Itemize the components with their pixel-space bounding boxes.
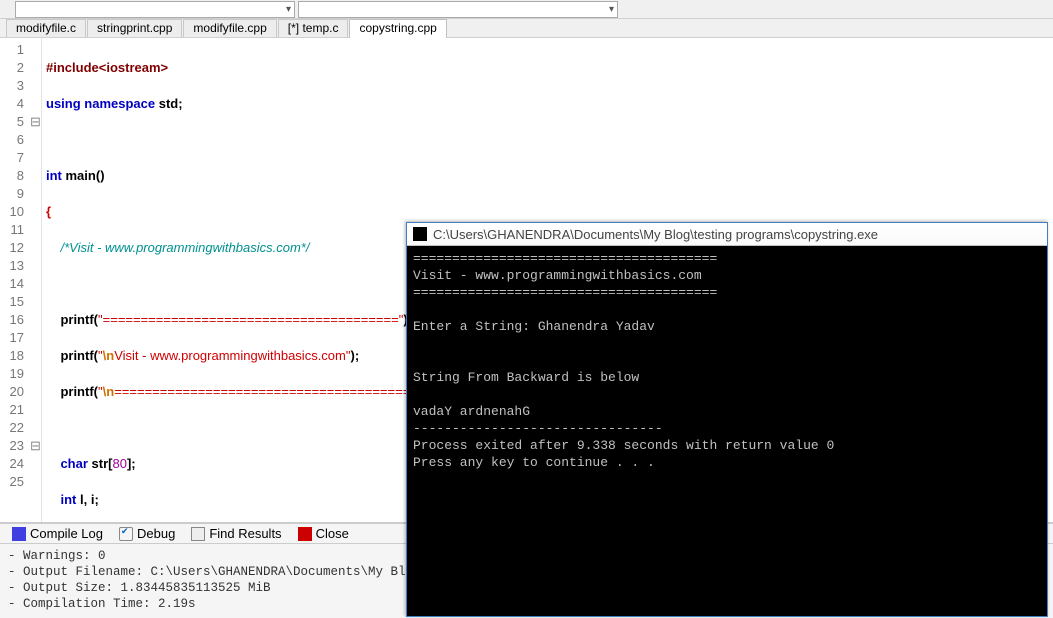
tab-debug[interactable]: Debug [115,526,179,541]
console-titlebar[interactable]: C:\Users\GHANENDRA\Documents\My Blog\tes… [407,223,1047,246]
symbol-select[interactable]: ▾ [298,1,618,18]
compile-icon [12,527,26,541]
console-output: ======================================= … [407,246,1047,616]
tab-stringprint-cpp[interactable]: stringprint.cpp [87,19,182,37]
tab-modifyfile-cpp[interactable]: modifyfile.cpp [183,19,276,37]
gutter: 123 456 789 101112 131415 161718 192021 … [0,38,42,522]
tab-modifyfile-c[interactable]: modifyfile.c [6,19,86,37]
tab-find-results[interactable]: Find Results [187,526,285,541]
fold-column[interactable]: ⊟ ⊟ [30,38,42,522]
secondary-toolbar: ▾ ▾ [0,0,1053,19]
close-icon [298,527,312,541]
console-window[interactable]: C:\Users\GHANENDRA\Documents\My Blog\tes… [406,222,1048,617]
tab-compile-log[interactable]: Compile Log [8,526,107,541]
console-title-text: C:\Users\GHANENDRA\Documents\My Blog\tes… [433,227,878,242]
line-numbers: 123 456 789 101112 131415 161718 192021 … [0,38,30,522]
debug-icon [119,527,133,541]
scope-select[interactable]: ▾ [15,1,295,18]
find-icon [191,527,205,541]
code-area[interactable]: #include<iostream> using namespace std; … [42,38,424,522]
fold-minus-icon[interactable]: ⊟ [30,437,41,455]
chevron-down-icon: ▾ [609,4,614,15]
console-icon [413,227,427,241]
tab-copystring-cpp[interactable]: copystring.cpp [349,19,446,38]
editor-tabs: modifyfile.c stringprint.cpp modifyfile.… [0,19,1053,38]
chevron-down-icon: ▾ [286,4,291,15]
fold-minus-icon[interactable]: ⊟ [30,113,41,131]
tab-temp-c[interactable]: [*] temp.c [278,19,349,37]
tab-close[interactable]: Close [294,526,353,541]
